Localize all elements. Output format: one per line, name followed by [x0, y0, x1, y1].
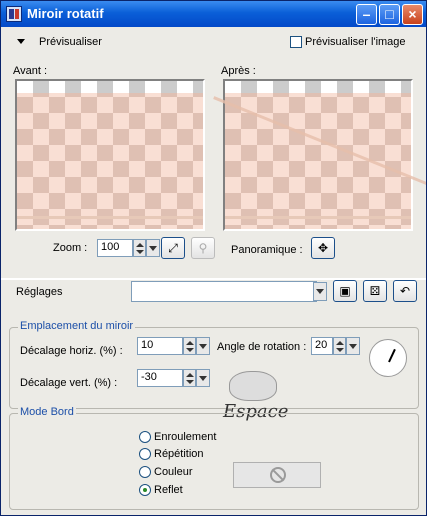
angle-label: Angle de rotation :	[217, 341, 307, 353]
edge-mode-group: Mode Bord	[9, 406, 419, 510]
preview-image-checkbox[interactable]	[290, 36, 302, 48]
pan-button[interactable]: ✥	[311, 237, 335, 259]
collapse-triangle-icon[interactable]	[17, 39, 25, 44]
after-preview-image[interactable]	[213, 79, 426, 231]
color-swatch[interactable]	[233, 462, 321, 488]
undo-arrow-icon: ↶	[399, 284, 411, 298]
dice-icon: ⚄	[369, 284, 381, 298]
zoom-spinner[interactable]	[133, 239, 146, 257]
save-disk-icon: ▣	[339, 284, 351, 298]
close-icon: ×	[408, 6, 417, 22]
h-offset-input[interactable]: 10	[137, 337, 183, 355]
rotation-dial[interactable]	[369, 339, 407, 377]
random-settings-button[interactable]: ⚄	[363, 280, 387, 302]
edge-mode-title: Mode Bord	[18, 406, 76, 418]
radio-color-label[interactable]: Couleur	[154, 466, 193, 478]
before-preview-image[interactable]	[15, 79, 205, 231]
v-offset-input[interactable]: -30	[137, 369, 183, 387]
radio-wrap-label[interactable]: Enroulement	[154, 431, 216, 443]
settings-select[interactable]	[131, 281, 317, 302]
disabled-icon	[270, 467, 286, 483]
before-label: Avant :	[13, 65, 48, 77]
window-title: Miroir rotatif	[27, 6, 104, 21]
zoom-input[interactable]: 100	[97, 239, 133, 257]
v-offset-label: Décalage vert. (%) :	[20, 377, 118, 389]
zoom-fit-button[interactable]: ⤢	[161, 237, 185, 259]
radio-reflect[interactable]	[139, 484, 151, 496]
after-label: Après :	[221, 65, 256, 77]
angle-dropdown[interactable]	[346, 337, 360, 355]
angle-spinner[interactable]	[333, 337, 346, 355]
maximize-icon: □	[385, 6, 394, 22]
dial-hand-icon	[388, 348, 396, 363]
settings-label: Réglages	[16, 286, 63, 298]
v-offset-spinner[interactable]	[183, 369, 196, 387]
v-offset-dropdown[interactable]	[196, 369, 210, 387]
title-bar[interactable]: Miroir rotatif – □ ×	[1, 1, 426, 27]
angle-input[interactable]: 20	[311, 337, 333, 355]
h-offset-dropdown[interactable]	[196, 337, 210, 355]
minimize-button[interactable]: –	[356, 4, 377, 25]
app-icon	[6, 6, 22, 22]
zoom-actual-button[interactable]: ⚲	[191, 237, 215, 259]
radio-reflect-label[interactable]: Reflet	[154, 484, 183, 496]
move-arrows-icon: ✥	[317, 241, 329, 255]
dialog-window: Miroir rotatif – □ × Prévisualiser Prévi…	[0, 0, 427, 516]
minimize-icon: –	[362, 6, 371, 22]
mirror-placement-title: Emplacement du miroir	[18, 320, 136, 332]
reset-settings-button[interactable]: ↶	[393, 280, 417, 302]
maximize-button[interactable]: □	[379, 4, 400, 25]
bear-logo-icon	[229, 371, 277, 401]
zoom-magnifier-icon: ⚲	[198, 241, 208, 255]
preview-panel: Avant : Après : Zoom : 100 ⤢ ⚲ Panoramiq…	[7, 57, 426, 275]
radio-repeat[interactable]	[139, 448, 151, 460]
preview-image-label[interactable]: Prévisualiser l'image	[305, 36, 406, 48]
h-offset-spinner[interactable]	[183, 337, 196, 355]
save-settings-button[interactable]: ▣	[333, 280, 357, 302]
zoom-label: Zoom :	[53, 242, 88, 254]
pan-label: Panoramique :	[231, 244, 303, 256]
preview-toggle-label[interactable]: Prévisualiser	[39, 36, 102, 48]
radio-color[interactable]	[139, 466, 151, 478]
h-offset-label: Décalage horiz. (%) :	[20, 345, 123, 357]
radio-wrap[interactable]	[139, 431, 151, 443]
settings-dropdown[interactable]	[313, 282, 327, 301]
preview-bar: Prévisualiser Prévisualiser l'image	[5, 31, 422, 53]
fit-window-icon: ⤢	[168, 241, 178, 255]
radio-repeat-label[interactable]: Répétition	[154, 448, 204, 460]
close-button[interactable]: ×	[402, 4, 423, 25]
zoom-dropdown[interactable]	[146, 239, 160, 257]
